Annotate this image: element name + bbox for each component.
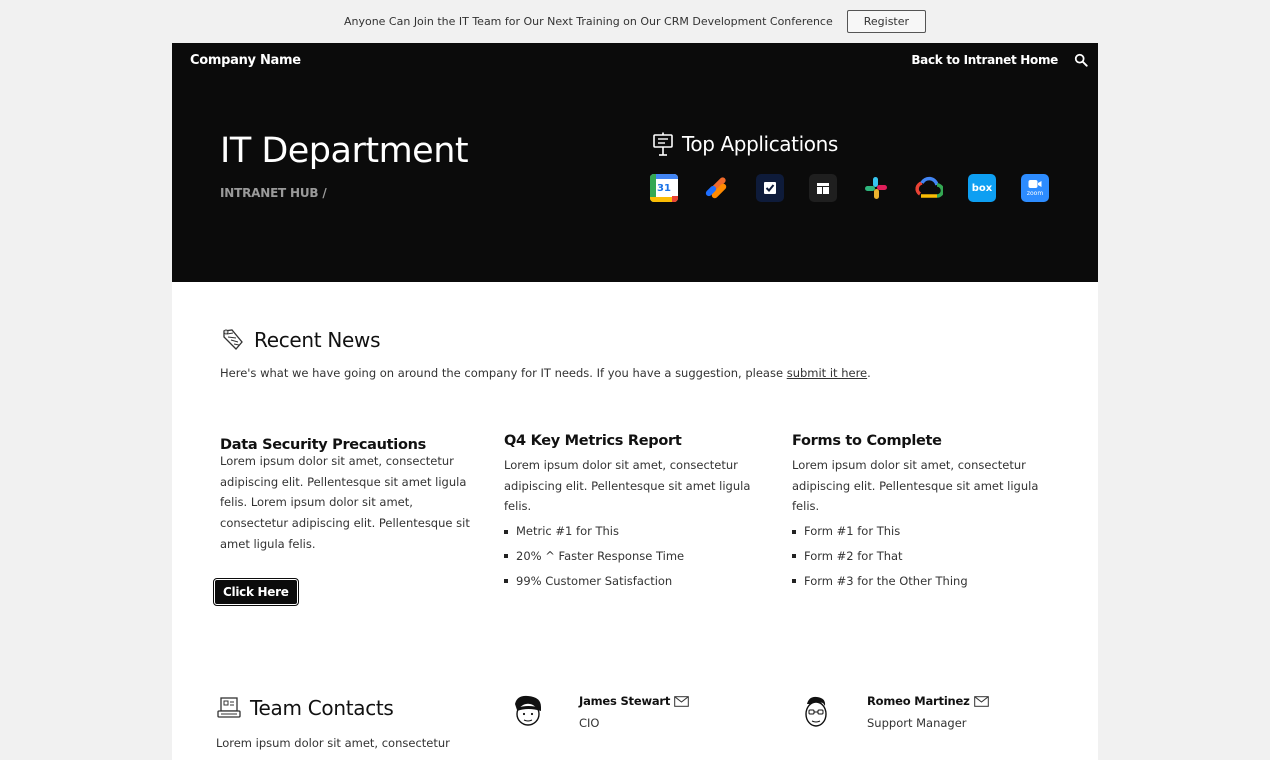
news-column-title: Forms to Complete <box>792 433 942 449</box>
list-item: 99% Customer Satisfaction <box>504 569 766 594</box>
list-item[interactable]: Form #1 for This <box>792 519 1054 544</box>
box-label: box <box>971 182 993 194</box>
avatar <box>805 696 827 727</box>
contact-name: Romeo Martinez <box>867 694 970 708</box>
news-column-body: Lorem ipsum dolor sit amet, consectetur … <box>504 458 751 514</box>
news-column-forms: Forms to Complete Lorem ipsum dolor sit … <box>792 433 1054 594</box>
register-button[interactable]: Register <box>846 9 927 33</box>
news-column-body: Lorem ipsum dolor sit amet, consectetur … <box>220 454 470 551</box>
contact-card: James Stewart CIO <box>511 694 690 730</box>
task-app-icon[interactable] <box>756 174 784 202</box>
contact-name: James Stewart <box>579 694 671 708</box>
news-column-body: Lorem ipsum dolor sit amet, consectetur … <box>792 458 1039 514</box>
productivity-app-icon[interactable] <box>703 174 731 202</box>
company-name[interactable]: Company Name <box>190 53 301 68</box>
recent-news-heading: Recent News <box>220 327 381 353</box>
top-applications-title: Top Applications <box>682 132 838 156</box>
app-icon-row: 31 box zoom <box>650 174 1049 202</box>
google-cloud-icon[interactable] <box>915 174 943 202</box>
list-item[interactable]: Form #2 for That <box>792 544 1054 569</box>
news-intro-text: Here's what we have going on around the … <box>220 366 787 380</box>
mail-icon[interactable] <box>973 695 989 707</box>
contact-name-row: Romeo Martinez <box>867 694 989 708</box>
list-item: Metric #1 for This <box>504 519 766 544</box>
newspaper-icon <box>223 329 243 350</box>
calendar-day-label: 31 <box>657 182 671 194</box>
signpost-icon <box>653 132 673 156</box>
workspace-app-icon[interactable] <box>809 174 837 202</box>
hero-header: Company Name Back to Intranet Home IT De… <box>172 43 1098 282</box>
metrics-list: Metric #1 for This 20% ^ Faster Response… <box>504 519 766 593</box>
contacts-icon <box>217 697 241 718</box>
recent-news-title: Recent News <box>254 328 381 352</box>
search-icon[interactable] <box>1074 53 1088 67</box>
page-title: IT Department <box>220 131 469 171</box>
team-description: Lorem ipsum dolor sit amet, consectetur <box>216 736 450 750</box>
mail-icon[interactable] <box>674 695 690 707</box>
avatar <box>515 695 541 726</box>
news-intro: Here's what we have going on around the … <box>220 366 871 380</box>
banner-text: Anyone Can Join the IT Team for Our Next… <box>343 14 833 28</box>
zoom-label: zoom <box>1026 190 1044 197</box>
google-calendar-icon[interactable]: 31 <box>650 174 678 202</box>
back-to-intranet-link[interactable]: Back to Intranet Home <box>911 53 1058 67</box>
contact-card: Romeo Martinez Support Manager <box>799 694 989 730</box>
click-here-button[interactable]: Click Here <box>213 578 299 606</box>
slack-icon[interactable] <box>862 174 890 202</box>
contact-name-row: James Stewart <box>579 694 690 708</box>
top-applications-heading: Top Applications <box>652 132 838 156</box>
team-contacts-heading: Team Contacts <box>216 695 394 721</box>
list-item: 20% ^ Faster Response Time <box>504 544 766 569</box>
news-column-metrics: Q4 Key Metrics Report Lorem ipsum dolor … <box>504 433 766 594</box>
contact-role: Support Manager <box>867 716 967 730</box>
contact-role: CIO <box>579 716 600 730</box>
news-intro-end: . <box>867 366 871 380</box>
forms-list: Form #1 for This Form #2 for That Form #… <box>792 519 1054 593</box>
zoom-icon[interactable]: zoom <box>1021 174 1049 202</box>
list-item[interactable]: Form #3 for the Other Thing <box>792 569 1054 594</box>
news-column-security: Data Security Precautions Lorem ipsum do… <box>220 437 482 555</box>
main-content: Recent News Here's what we have going on… <box>172 282 1098 760</box>
announcement-banner: Anyone Can Join the IT Team for Our Next… <box>0 0 1270 42</box>
team-contacts-title: Team Contacts <box>250 696 394 720</box>
box-icon[interactable]: box <box>968 174 996 202</box>
news-column-title: Q4 Key Metrics Report <box>504 433 682 449</box>
breadcrumb[interactable]: INTRANET HUB / <box>220 186 327 200</box>
submit-suggestion-link[interactable]: submit it here <box>787 366 867 380</box>
